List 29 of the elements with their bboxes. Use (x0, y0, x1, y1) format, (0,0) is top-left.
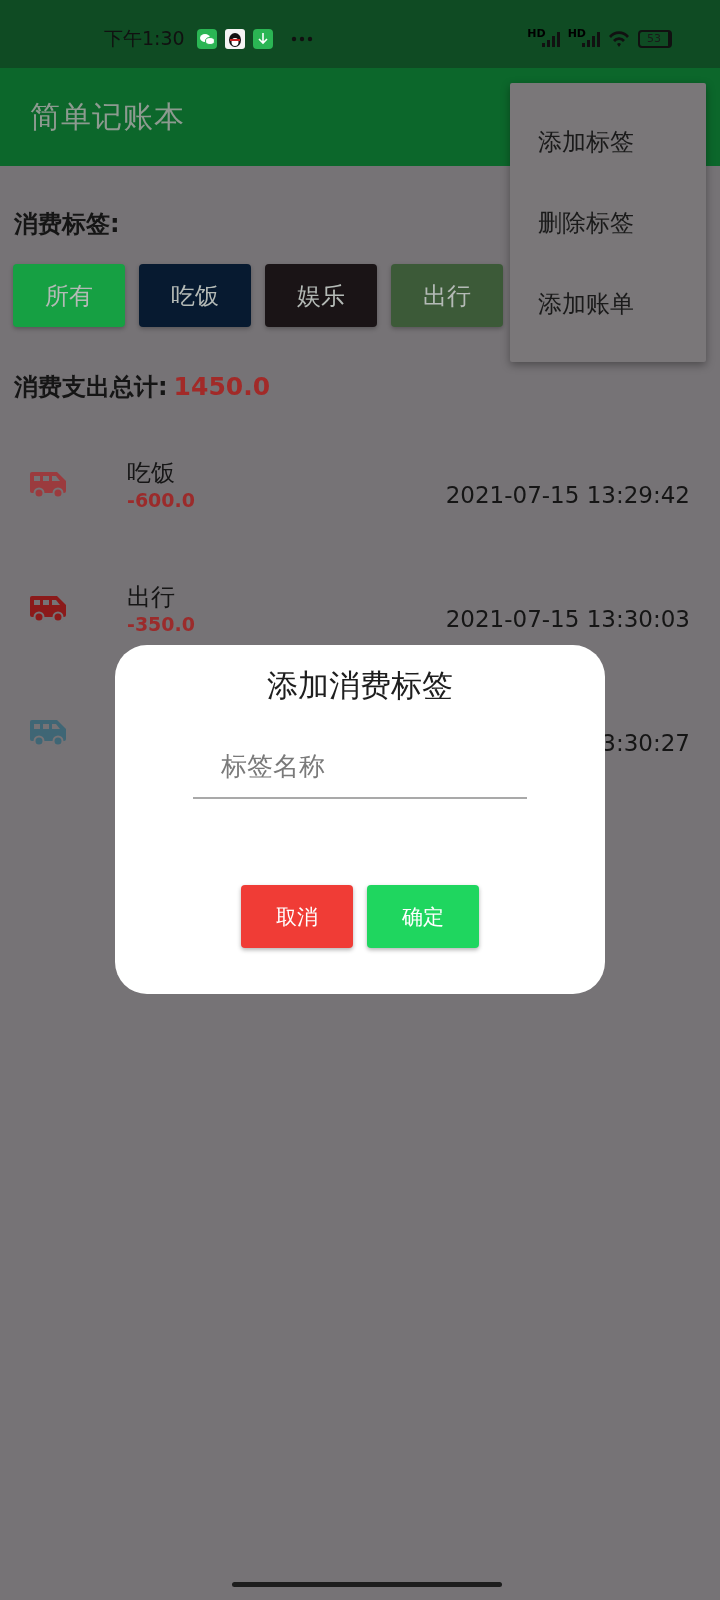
status-time: 下午1:30 (104, 26, 185, 51)
menu-item[interactable]: 添加标签 (510, 101, 706, 182)
tag-name-field[interactable]: 标签名称 (193, 743, 527, 799)
chat-app-icon (196, 29, 217, 49)
bill-category: 吃饭 (127, 458, 176, 488)
download-icon (252, 29, 273, 49)
app-title: 简单记账本 (30, 97, 185, 136)
home-indicator[interactable] (232, 1582, 502, 1587)
bill-time: 2021-07-15 13:30:03 (445, 606, 690, 632)
bill-amount: -600.0 (127, 488, 196, 512)
bill-time: 3:30:27 (601, 730, 690, 756)
wifi-icon (608, 30, 630, 48)
menu-item[interactable]: 删除标签 (510, 182, 706, 263)
total-label: 消费支出总计: (14, 372, 168, 403)
bill-amount: -350.0 (127, 612, 196, 636)
total-amount: 1450.0 (173, 372, 271, 401)
tag-button[interactable]: 吃饭 (139, 264, 251, 327)
network-type-label: HD (567, 27, 586, 40)
dialog-title: 添加消费标签 (267, 666, 453, 705)
tag-button[interactable]: 娱乐 (265, 264, 377, 327)
bill-category: 出行 (127, 582, 176, 612)
cancel-button[interactable]: 取消 (241, 885, 353, 948)
menu-item[interactable]: 添加账单 (510, 263, 706, 344)
tag-button[interactable]: 出行 (391, 264, 503, 327)
network-type-label: HD (527, 27, 546, 40)
penguin-icon (224, 29, 245, 49)
bill-time: 2021-07-15 13:29:42 (445, 482, 690, 508)
section-label: 消费标签: (14, 210, 120, 238)
more-icon (290, 36, 313, 42)
